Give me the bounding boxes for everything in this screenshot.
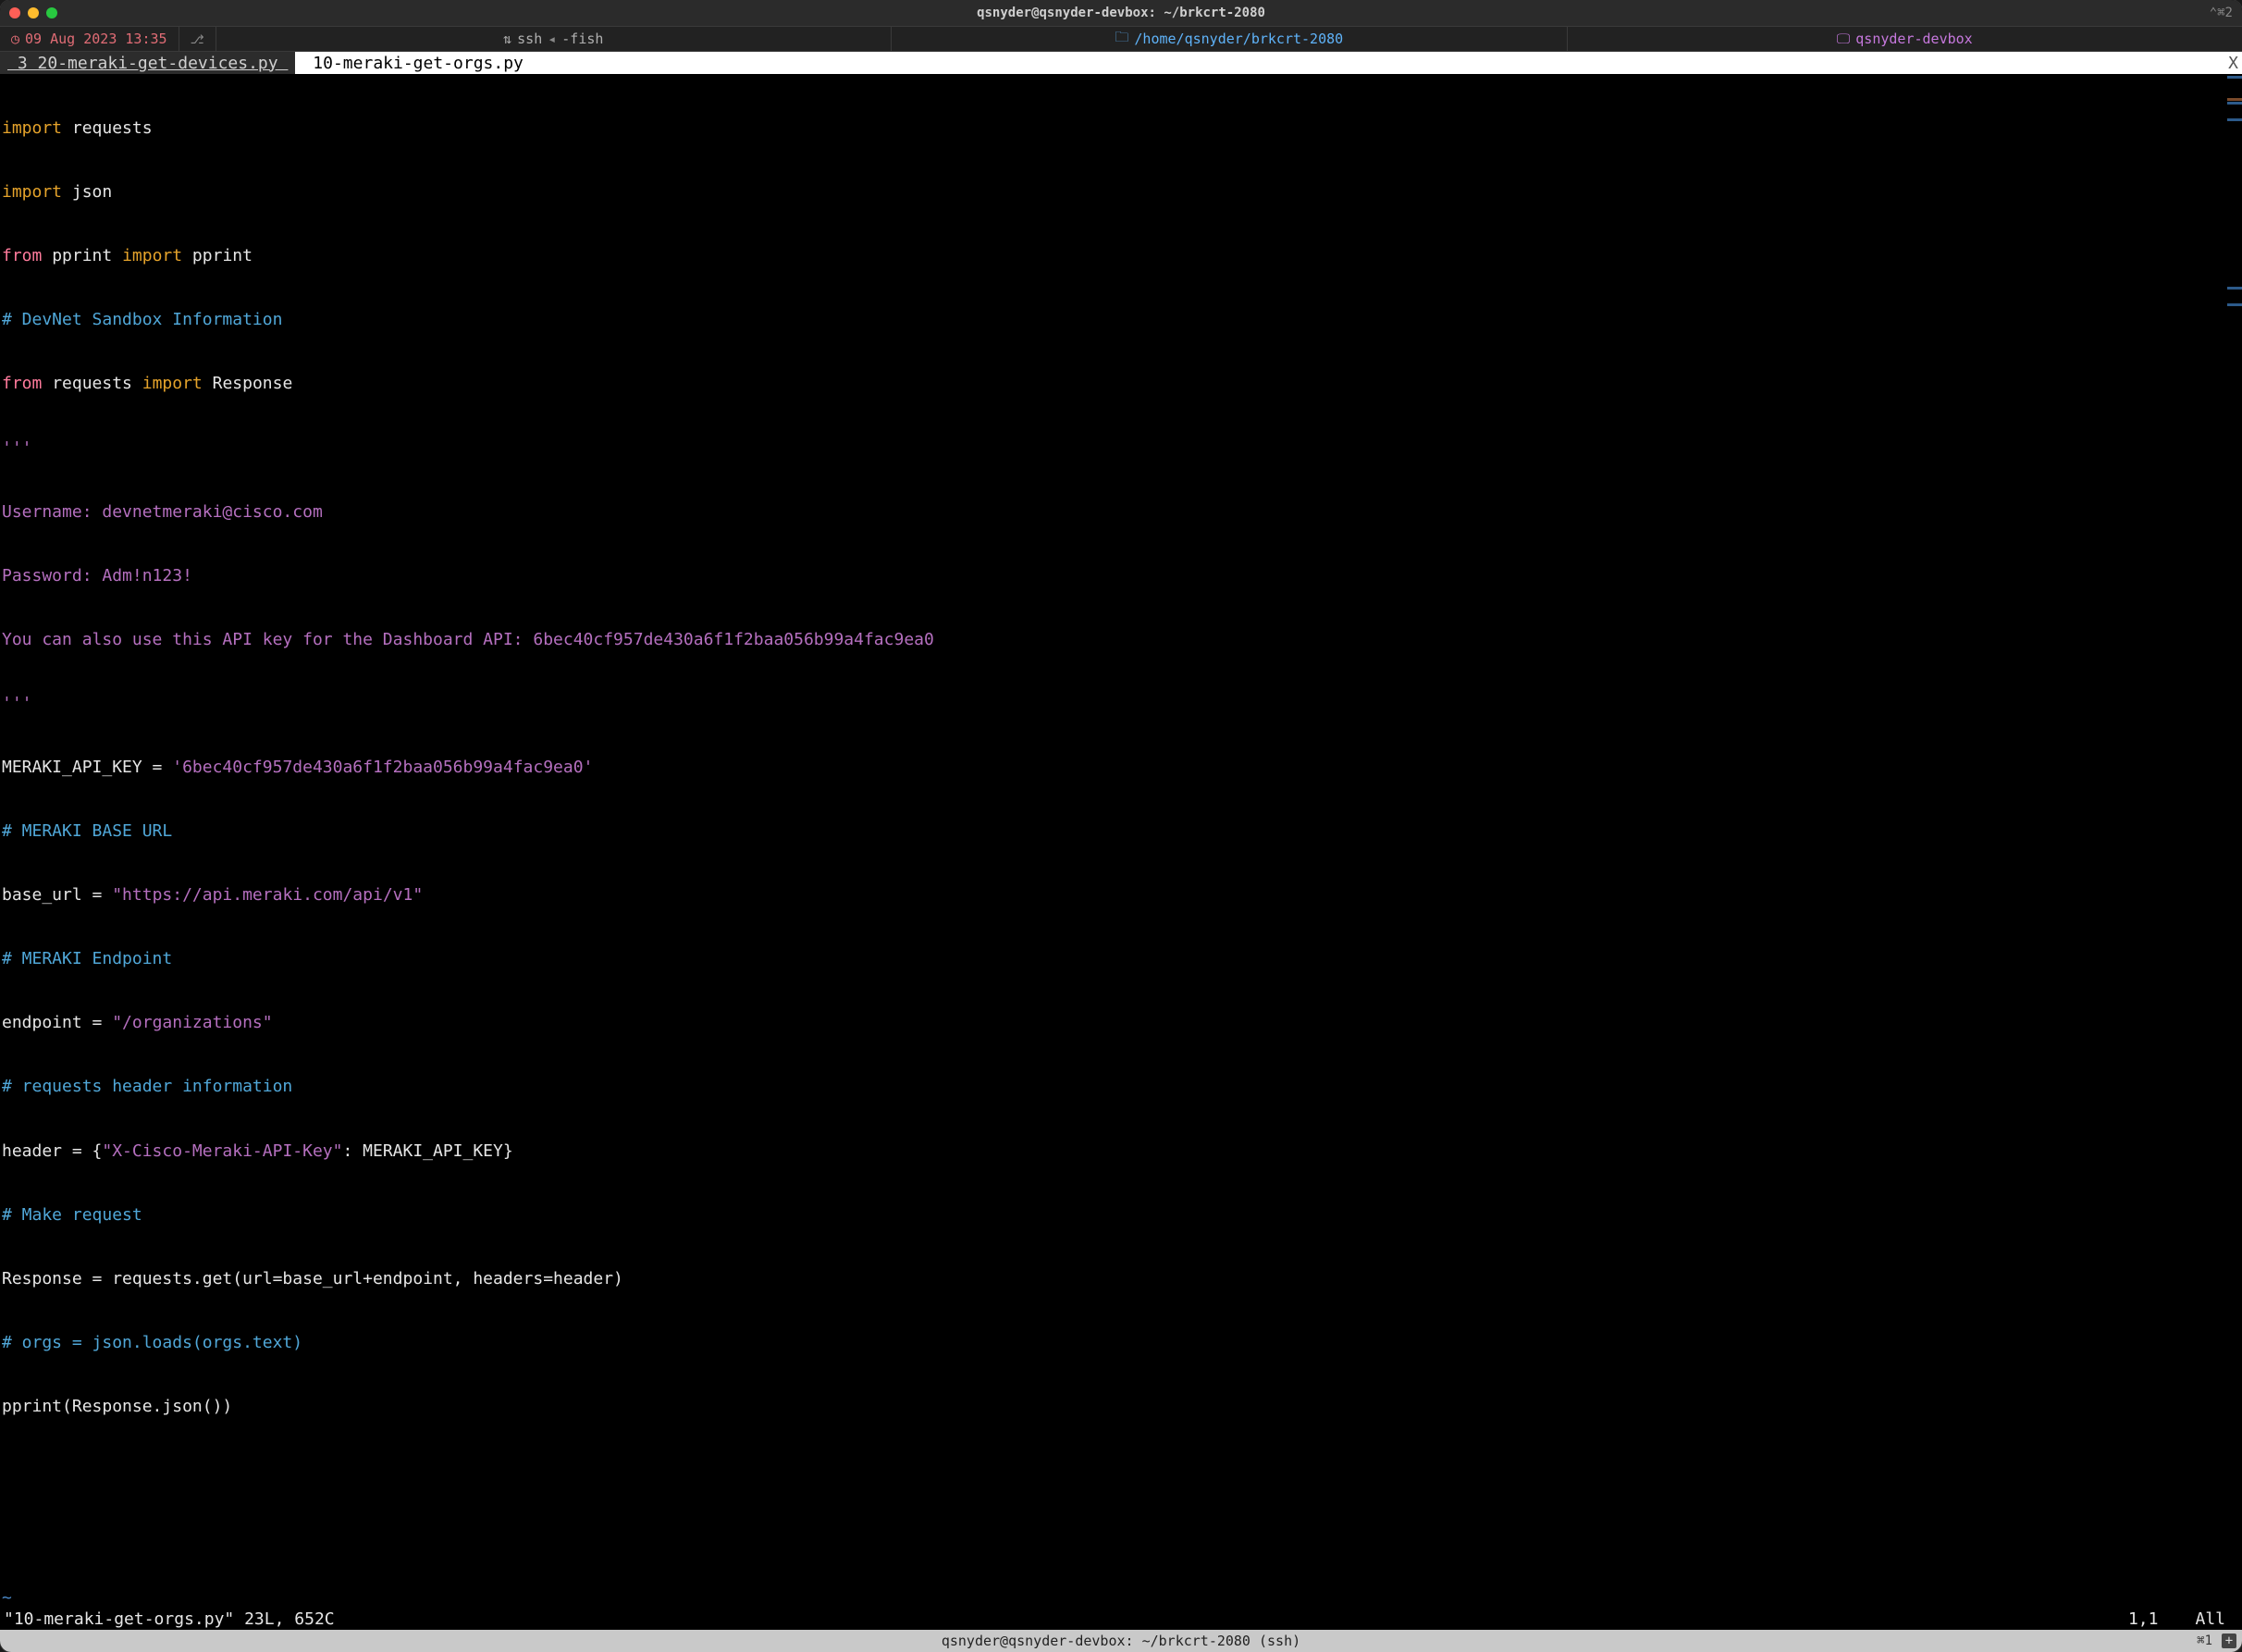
- ssh-label: ssh: [517, 31, 542, 47]
- code-comment: # MERAKI BASE URL: [2, 821, 172, 841]
- ssh-sep-icon: ◂: [548, 31, 556, 47]
- cwd-text: /home/qsnyder/brkcrt-2080: [1134, 31, 1343, 47]
- shell-name: -fish: [561, 31, 603, 47]
- status-timestamp: 09 Aug 2023 13:35: [0, 27, 179, 51]
- code-string: ''': [2, 438, 32, 458]
- code-comment: # orgs = json.loads(orgs.text): [2, 1333, 302, 1352]
- code-string: Username: devnetmeraki@cisco.com: [2, 502, 323, 522]
- editor-area[interactable]: import requests import json from pprint …: [0, 74, 2242, 1608]
- iterm-tab-bar: qsnyder@qsnyder-devbox: ~/brkcrt-2080 (s…: [0, 1630, 2242, 1652]
- window-title: qsnyder@qsnyder-devbox: ~/brkcrt-2080: [0, 6, 2242, 20]
- new-tab-button[interactable]: +: [2222, 1634, 2236, 1648]
- code-string: Password: Adm!n123!: [2, 566, 192, 586]
- code-string: '6bec40cf957de430a6f1f2baa056b99a4fac9ea…: [172, 758, 593, 777]
- vim-statusline: "10-meraki-get-orgs.py" 23L, 652C 1,1 Al…: [0, 1608, 2242, 1630]
- code-comment: # MERAKI Endpoint: [2, 949, 172, 968]
- scroll-gutter: [2227, 74, 2242, 1608]
- tab-active[interactable]: 10-meraki-get-orgs.py: [295, 52, 540, 74]
- timestamp-text: 09 Aug 2023 13:35: [25, 31, 167, 47]
- status-cursor-pos: 1,1: [2128, 1609, 2159, 1629]
- code-text: import: [2, 182, 62, 202]
- status-host-segment: 🖵 qsnyder-devbox: [1568, 27, 2242, 51]
- code-text: from: [2, 374, 42, 393]
- code-text: endpoint =: [2, 1013, 112, 1032]
- code-comment: # requests header information: [2, 1077, 292, 1096]
- tab-inactive[interactable]: 3 20-meraki-get-devices.py: [0, 52, 295, 74]
- code-text: Response = requests.get(url=base_url+end…: [2, 1269, 623, 1288]
- vim-tabline: 3 20-meraki-get-devices.py 10-meraki-get…: [0, 52, 2242, 74]
- terminal-window: qsnyder@qsnyder-devbox: ~/brkcrt-2080 ⌃⌘…: [0, 0, 2242, 1652]
- ssh-arrows-icon: ⇅: [503, 31, 511, 47]
- code-text: requests: [42, 374, 142, 393]
- code-text: pprint: [42, 246, 122, 265]
- code-string: "https://api.meraki.com/api/v1": [112, 885, 423, 905]
- status-scroll-pct: All: [2195, 1609, 2225, 1629]
- status-file-info: "10-meraki-get-orgs.py" 23L, 652C: [4, 1609, 335, 1629]
- code-text: import: [2, 118, 62, 138]
- code-comment: # Make request: [2, 1205, 142, 1225]
- status-cwd-segment: 🗀 /home/qsnyder/brkcrt-2080: [892, 27, 1567, 51]
- status-ssh-segment: ⇅ ssh ◂ -fish: [216, 27, 892, 51]
- folder-icon: 🗀: [1115, 28, 1128, 51]
- code-text: requests: [62, 118, 153, 138]
- code-text: header = {: [2, 1141, 102, 1161]
- code-string: "X-Cisco-Meraki-API-Key": [102, 1141, 342, 1161]
- hostname-text: qsnyder-devbox: [1855, 31, 1972, 47]
- tabline-fill: [541, 52, 2224, 74]
- code-string: ''': [2, 694, 32, 713]
- code-string: "/organizations": [112, 1013, 272, 1032]
- host-icon: 🖵: [1837, 31, 1850, 47]
- code-text: import: [142, 374, 203, 393]
- window-titlebar: qsnyder@qsnyder-devbox: ~/brkcrt-2080 ⌃⌘…: [0, 0, 2242, 26]
- code-comment: # DevNet Sandbox Information: [2, 310, 282, 329]
- code-text: MERAKI_API_KEY =: [2, 758, 172, 777]
- code-text: pprint: [182, 246, 253, 265]
- code-text: from: [2, 246, 42, 265]
- tab-close-button[interactable]: X: [2224, 52, 2242, 74]
- code-text: pprint(Response.json()): [2, 1397, 232, 1416]
- code-text: Response: [203, 374, 293, 393]
- status-git-branch: [179, 27, 216, 51]
- code-text: : MERAKI_API_KEY}: [342, 1141, 512, 1161]
- git-branch-icon: [191, 31, 204, 47]
- footer-title: qsnyder@qsnyder-devbox: ~/brkcrt-2080 (s…: [942, 1633, 1300, 1649]
- tmux-statusbar: 09 Aug 2023 13:35 ⇅ ssh ◂ -fish 🗀 /home/…: [0, 26, 2242, 52]
- footer-shortcut: ⌘1: [2197, 1634, 2212, 1648]
- code-text: json: [62, 182, 112, 202]
- code-text: import: [122, 246, 182, 265]
- code-string: You can also use this API key for the Da…: [2, 630, 934, 649]
- code-text: base_url =: [2, 885, 112, 905]
- vim-empty-line: ~: [2, 1588, 12, 1608]
- clock-icon: [11, 31, 19, 47]
